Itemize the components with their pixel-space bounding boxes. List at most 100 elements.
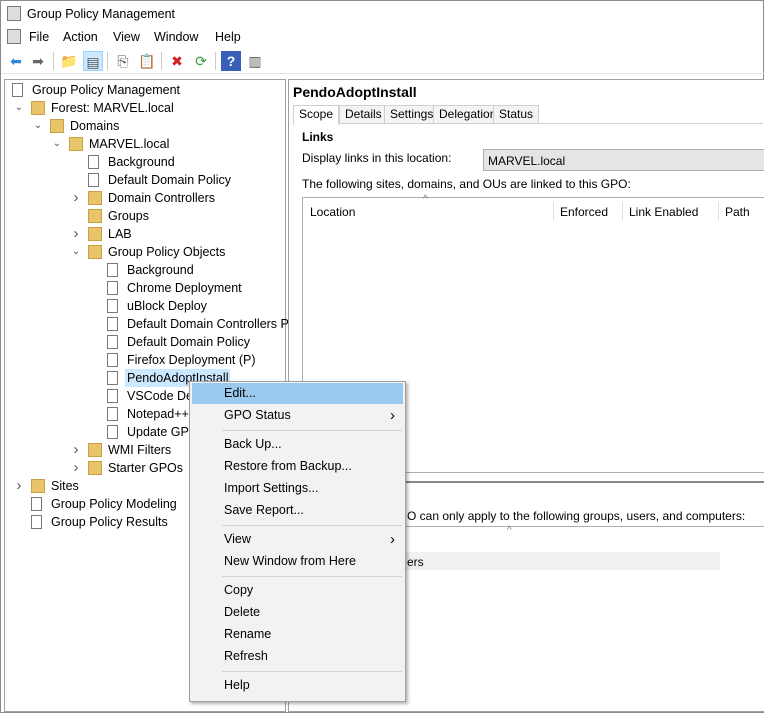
back-icon[interactable]: ⬅ [6, 51, 26, 71]
folder-icon [50, 119, 64, 133]
up-folder-icon[interactable]: 📁 [59, 51, 79, 71]
context-item-back-up[interactable]: Back Up... [192, 434, 403, 455]
tree-item-label: Domain Controllers [108, 191, 215, 205]
gpo-icon [107, 371, 118, 385]
folder-icon [88, 443, 102, 457]
tree-item-label: Groups [108, 209, 149, 223]
menu-separator [222, 525, 402, 526]
menu-view[interactable]: View [113, 30, 140, 44]
tree-item[interactable]: Group Policy Management [5, 81, 285, 99]
tab-status[interactable]: Status [493, 105, 540, 123]
toolbar-separator [53, 52, 54, 70]
context-item-edit[interactable]: Edit... [192, 383, 403, 404]
tab-scope[interactable]: Scope [293, 105, 340, 125]
gpo-icon [107, 263, 118, 277]
delete-icon[interactable]: ✖ [167, 51, 187, 71]
tab-details[interactable]: Details [339, 105, 388, 123]
tree-item[interactable]: ⌄ Group Policy Objects [5, 243, 285, 261]
tree-item[interactable]: Groups [5, 207, 285, 225]
context-item-new-window-from-here[interactable]: New Window from Here [192, 551, 403, 572]
menu-help[interactable]: Help [215, 30, 241, 44]
forward-icon[interactable]: ➡ [28, 51, 48, 71]
chevron-right-icon[interactable]: › [71, 441, 81, 459]
context-item-save-report[interactable]: Save Report... [192, 500, 403, 521]
tree-item[interactable]: Background [5, 153, 285, 171]
toolbar-separator [215, 52, 216, 70]
tree-item[interactable]: uBlock Deploy [5, 297, 285, 315]
context-item-refresh[interactable]: Refresh [192, 646, 403, 667]
tree-item[interactable]: Firefox Deployment (P) [5, 351, 285, 369]
action-pane-icon[interactable]: ▥ [245, 51, 265, 71]
list-header: Location Enforced Link Enabled Path [303, 202, 764, 220]
context-item-restore-from-backup[interactable]: Restore from Backup... [192, 456, 403, 477]
tree-item-label: Starter GPOs [108, 461, 184, 475]
context-item-label: Import Settings... [224, 481, 319, 495]
column-divider[interactable] [622, 202, 623, 220]
tree-item[interactable]: ⌄ Forest: MARVEL.local [5, 99, 285, 117]
tree-item-label: Sites [51, 479, 79, 493]
ou-icon [88, 191, 102, 205]
context-item-label: Back Up... [224, 437, 282, 451]
tab-delegation[interactable]: Delegation [433, 105, 503, 123]
menu-separator [222, 430, 402, 431]
context-item-help[interactable]: Help [192, 675, 403, 696]
display-links-combobox[interactable]: MARVEL.local [483, 149, 764, 171]
system-menu-icon[interactable] [7, 29, 21, 44]
tree-item-label: Default Domain Policy [127, 335, 250, 349]
chevron-down-icon[interactable]: ⌄ [52, 135, 62, 153]
context-item-label: View [224, 532, 251, 546]
column-location[interactable]: Location [310, 205, 355, 219]
chevron-right-icon[interactable]: › [71, 189, 81, 207]
tree-item-label: Background [108, 155, 175, 169]
tree-item[interactable]: Chrome Deployment [5, 279, 285, 297]
tree-item[interactable]: Default Domain Policy [5, 333, 285, 351]
context-item-delete[interactable]: Delete [192, 602, 403, 623]
context-item-gpo-status[interactable]: GPO Status › [192, 405, 403, 426]
tree-item[interactable]: Default Domain Policy [5, 171, 285, 189]
menu-file[interactable]: File [29, 30, 49, 44]
context-item-rename[interactable]: Rename [192, 624, 403, 645]
sort-arrow-icon: ^ [423, 194, 428, 205]
chevron-right-icon[interactable]: › [14, 477, 24, 495]
tree-item[interactable]: ⌄ MARVEL.local [5, 135, 285, 153]
paste-icon[interactable]: 📋 [137, 51, 157, 71]
chevron-down-icon[interactable]: ⌄ [33, 117, 43, 135]
linked-text: The following sites, domains, and OUs ar… [302, 177, 631, 191]
tree-item-label: uBlock Deploy [127, 299, 207, 313]
column-divider[interactable] [553, 202, 554, 220]
context-item-label: Restore from Backup... [224, 459, 352, 473]
tab-settings[interactable]: Settings [384, 105, 440, 123]
chevron-down-icon[interactable]: ⌄ [71, 243, 81, 261]
column-link-enabled[interactable]: Link Enabled [629, 205, 698, 219]
chevron-right-icon[interactable]: › [71, 225, 81, 243]
context-item-copy[interactable]: Copy [192, 580, 403, 601]
gpo-link-icon [88, 173, 99, 187]
column-enforced[interactable]: Enforced [560, 205, 608, 219]
folder-icon [88, 461, 102, 475]
tree-item-label: Group Policy Modeling [51, 497, 177, 511]
refresh-icon[interactable]: ⟳ [191, 51, 211, 71]
copy-icon[interactable]: ⎘ [113, 51, 133, 71]
domain-icon [69, 137, 83, 151]
chevron-right-icon[interactable]: › [71, 459, 81, 477]
submenu-arrow-icon: › [390, 407, 395, 424]
context-item-view[interactable]: View › [192, 529, 403, 550]
column-path[interactable]: Path [725, 205, 750, 219]
chevron-down-icon[interactable]: ⌄ [14, 99, 24, 117]
context-item-label: New Window from Here [224, 554, 356, 568]
show-hide-tree-icon[interactable]: ▤ [83, 51, 103, 71]
menu-separator [222, 671, 402, 672]
tree-item[interactable]: Background [5, 261, 285, 279]
menu-action[interactable]: Action [63, 30, 98, 44]
context-item-import-settings[interactable]: Import Settings... [192, 478, 403, 499]
security-filtering-text: O can only apply to the following groups… [407, 509, 746, 523]
tree-item-label: Group Policy Results [51, 515, 168, 529]
column-divider[interactable] [718, 202, 719, 220]
combobox-value: MARVEL.local [488, 154, 566, 168]
tree-item[interactable]: › Domain Controllers [5, 189, 285, 207]
help-icon[interactable]: ? [221, 51, 241, 71]
menu-window[interactable]: Window [154, 30, 198, 44]
tree-item[interactable]: Default Domain Controllers Po [5, 315, 296, 333]
tree-item[interactable]: ⌄ Domains [5, 117, 285, 135]
tree-item[interactable]: › LAB [5, 225, 285, 243]
